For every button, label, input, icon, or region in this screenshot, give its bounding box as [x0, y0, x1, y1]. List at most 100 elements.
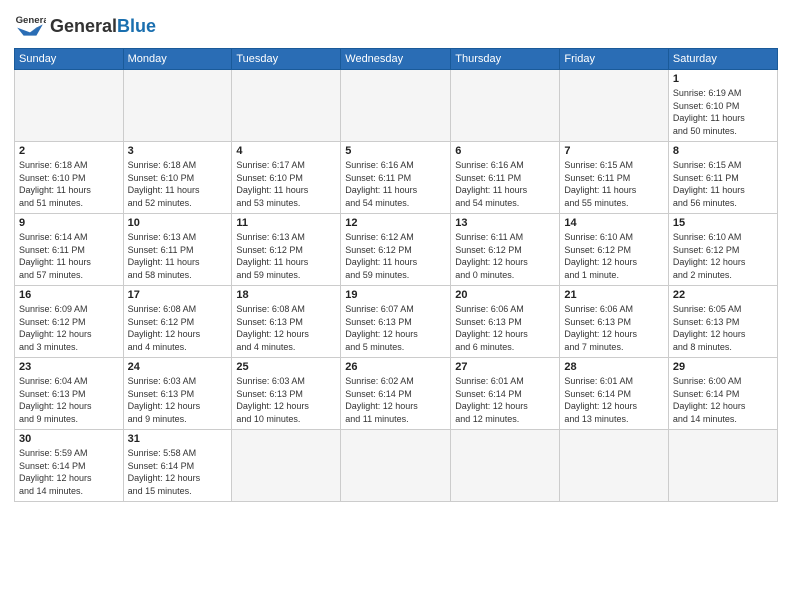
calendar-cell [232, 430, 341, 502]
calendar-cell: 11 Sunrise: 6:13 AM Sunset: 6:12 PM Dayli… [232, 214, 341, 286]
calendar-cell: 7 Sunrise: 6:15 AM Sunset: 6:11 PM Daylig… [560, 142, 668, 214]
day-number: 30 [19, 433, 119, 445]
day-info: Sunrise: 6:17 AM Sunset: 6:10 PM Dayligh… [236, 159, 336, 209]
day-number: 8 [673, 145, 773, 157]
calendar-cell [560, 70, 668, 142]
calendar-cell: 29 Sunrise: 6:00 AM Sunset: 6:14 PM Dayli… [668, 358, 777, 430]
weekday-header-saturday: Saturday [668, 49, 777, 70]
calendar-cell: 19 Sunrise: 6:07 AM Sunset: 6:13 PM Dayli… [341, 286, 451, 358]
calendar-cell: 9Sunrise: 6:14 AM Sunset: 6:11 PM Daylig… [15, 214, 124, 286]
day-number: 4 [236, 145, 336, 157]
day-info: Sunrise: 6:16 AM Sunset: 6:11 PM Dayligh… [345, 159, 446, 209]
weekday-header-thursday: Thursday [451, 49, 560, 70]
calendar-cell: 10Sunrise: 6:13 AM Sunset: 6:11 PM Dayli… [123, 214, 232, 286]
day-info: Sunrise: 6:08 AM Sunset: 6:12 PM Dayligh… [128, 303, 228, 353]
calendar-week-2: 9Sunrise: 6:14 AM Sunset: 6:11 PM Daylig… [15, 214, 778, 286]
day-info: Sunrise: 6:02 AM Sunset: 6:14 PM Dayligh… [345, 375, 446, 425]
calendar-cell: 6Sunrise: 6:16 AM Sunset: 6:11 PM Daylig… [451, 142, 560, 214]
day-info: Sunrise: 6:01 AM Sunset: 6:14 PM Dayligh… [564, 375, 663, 425]
calendar-cell: 21 Sunrise: 6:06 AM Sunset: 6:13 PM Dayli… [560, 286, 668, 358]
generalblue-logo-icon: General [14, 10, 46, 42]
day-number: 18 [236, 289, 336, 301]
day-number: 26 [345, 361, 446, 373]
day-number: 21 [564, 289, 663, 301]
day-number: 25 [236, 361, 336, 373]
day-number: 22 [673, 289, 773, 301]
day-number: 7 [564, 145, 663, 157]
calendar-cell: 18 Sunrise: 6:08 AM Sunset: 6:13 PM Dayli… [232, 286, 341, 358]
calendar-cell [341, 70, 451, 142]
weekday-header-wednesday: Wednesday [341, 49, 451, 70]
logo-text: GeneralBlue [50, 17, 156, 35]
day-info: Sunrise: 6:13 AM Sunset: 6:12 PM Dayligh… [236, 231, 336, 281]
day-number: 6 [455, 145, 555, 157]
day-info: Sunrise: 6:06 AM Sunset: 6:13 PM Dayligh… [455, 303, 555, 353]
day-number: 16 [19, 289, 119, 301]
day-info: Sunrise: 6:04 AM Sunset: 6:13 PM Dayligh… [19, 375, 119, 425]
calendar-cell: 20 Sunrise: 6:06 AM Sunset: 6:13 PM Dayli… [451, 286, 560, 358]
day-number: 10 [128, 217, 228, 229]
day-number: 15 [673, 217, 773, 229]
calendar-cell [15, 70, 124, 142]
day-info: Sunrise: 6:18 AM Sunset: 6:10 PM Dayligh… [19, 159, 119, 209]
calendar-cell: 16 Sunrise: 6:09 AM Sunset: 6:12 PM Dayli… [15, 286, 124, 358]
calendar-cell: 3 Sunrise: 6:18 AM Sunset: 6:10 PM Daylig… [123, 142, 232, 214]
calendar-week-5: 30 Sunrise: 5:59 AM Sunset: 6:14 PM Dayli… [15, 430, 778, 502]
calendar-cell [451, 70, 560, 142]
day-number: 13 [455, 217, 555, 229]
calendar-body: 1Sunrise: 6:19 AM Sunset: 6:10 PM Daylig… [15, 70, 778, 502]
day-number: 19 [345, 289, 446, 301]
day-info: Sunrise: 6:18 AM Sunset: 6:10 PM Dayligh… [128, 159, 228, 209]
day-number: 2 [19, 145, 119, 157]
calendar-cell: 25 Sunrise: 6:03 AM Sunset: 6:13 PM Dayli… [232, 358, 341, 430]
day-info: Sunrise: 6:01 AM Sunset: 6:14 PM Dayligh… [455, 375, 555, 425]
day-number: 20 [455, 289, 555, 301]
weekday-header-friday: Friday [560, 49, 668, 70]
calendar-cell: 4 Sunrise: 6:17 AM Sunset: 6:10 PM Daylig… [232, 142, 341, 214]
day-info: Sunrise: 6:10 AM Sunset: 6:12 PM Dayligh… [564, 231, 663, 281]
day-number: 27 [455, 361, 555, 373]
calendar-cell: 12 Sunrise: 6:12 AM Sunset: 6:12 PM Dayli… [341, 214, 451, 286]
day-info: Sunrise: 6:06 AM Sunset: 6:13 PM Dayligh… [564, 303, 663, 353]
day-number: 3 [128, 145, 228, 157]
calendar-cell: 15 Sunrise: 6:10 AM Sunset: 6:12 PM Dayli… [668, 214, 777, 286]
calendar-cell: 8 Sunrise: 6:15 AM Sunset: 6:11 PM Daylig… [668, 142, 777, 214]
day-number: 5 [345, 145, 446, 157]
day-info: Sunrise: 6:00 AM Sunset: 6:14 PM Dayligh… [673, 375, 773, 425]
calendar-cell: 30 Sunrise: 5:59 AM Sunset: 6:14 PM Dayli… [15, 430, 124, 502]
day-number: 12 [345, 217, 446, 229]
day-info: Sunrise: 6:15 AM Sunset: 6:11 PM Dayligh… [673, 159, 773, 209]
calendar-cell: 31Sunrise: 5:58 AM Sunset: 6:14 PM Dayli… [123, 430, 232, 502]
calendar-cell: 27 Sunrise: 6:01 AM Sunset: 6:14 PM Dayli… [451, 358, 560, 430]
day-info: Sunrise: 6:08 AM Sunset: 6:13 PM Dayligh… [236, 303, 336, 353]
calendar-cell: 1Sunrise: 6:19 AM Sunset: 6:10 PM Daylig… [668, 70, 777, 142]
day-info: Sunrise: 6:12 AM Sunset: 6:12 PM Dayligh… [345, 231, 446, 281]
day-number: 28 [564, 361, 663, 373]
day-info: Sunrise: 6:10 AM Sunset: 6:12 PM Dayligh… [673, 231, 773, 281]
day-number: 24 [128, 361, 228, 373]
day-info: Sunrise: 5:59 AM Sunset: 6:14 PM Dayligh… [19, 447, 119, 497]
day-number: 17 [128, 289, 228, 301]
calendar-cell: 14Sunrise: 6:10 AM Sunset: 6:12 PM Dayli… [560, 214, 668, 286]
day-info: Sunrise: 6:11 AM Sunset: 6:12 PM Dayligh… [455, 231, 555, 281]
calendar-cell [341, 430, 451, 502]
day-number: 23 [19, 361, 119, 373]
day-info: Sunrise: 6:19 AM Sunset: 6:10 PM Dayligh… [673, 87, 773, 137]
day-number: 29 [673, 361, 773, 373]
day-info: Sunrise: 6:07 AM Sunset: 6:13 PM Dayligh… [345, 303, 446, 353]
logo: General GeneralBlue [14, 10, 156, 42]
day-info: Sunrise: 6:15 AM Sunset: 6:11 PM Dayligh… [564, 159, 663, 209]
day-number: 11 [236, 217, 336, 229]
day-info: Sunrise: 6:03 AM Sunset: 6:13 PM Dayligh… [236, 375, 336, 425]
day-info: Sunrise: 6:03 AM Sunset: 6:13 PM Dayligh… [128, 375, 228, 425]
header: General GeneralBlue [14, 10, 778, 42]
calendar-week-4: 23 Sunrise: 6:04 AM Sunset: 6:13 PM Dayli… [15, 358, 778, 430]
calendar-table: SundayMondayTuesdayWednesdayThursdayFrid… [14, 48, 778, 502]
day-info: Sunrise: 6:09 AM Sunset: 6:12 PM Dayligh… [19, 303, 119, 353]
calendar-cell [232, 70, 341, 142]
day-number: 9 [19, 217, 119, 229]
svg-text:General: General [16, 15, 46, 26]
calendar-cell: 24 Sunrise: 6:03 AM Sunset: 6:13 PM Dayli… [123, 358, 232, 430]
calendar-cell [123, 70, 232, 142]
calendar-cell: 28 Sunrise: 6:01 AM Sunset: 6:14 PM Dayli… [560, 358, 668, 430]
